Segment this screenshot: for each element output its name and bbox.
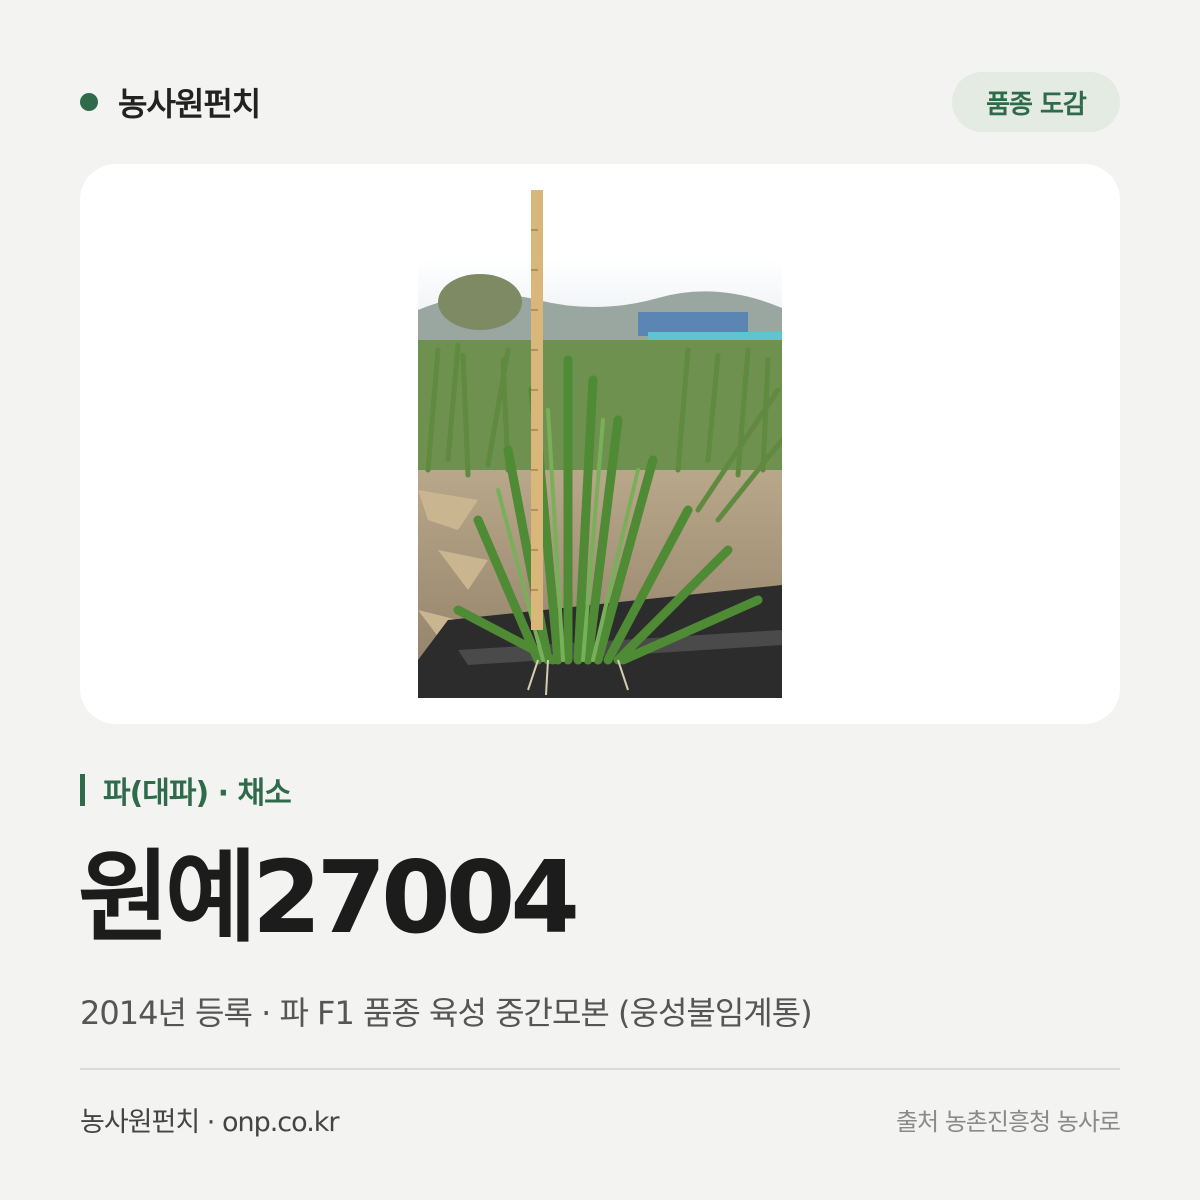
- category-accent-bar: [80, 774, 85, 806]
- brand-dot-icon: [80, 93, 98, 111]
- footer-divider: [80, 1068, 1120, 1070]
- variety-description: 2014년 등록 · 파 F1 품종 육성 중간모본 (웅성불임계통): [80, 994, 813, 1032]
- footer-source: 출처 농촌진흥청 농사로: [895, 1108, 1121, 1136]
- variety-photo: [418, 190, 782, 698]
- crop-category: 파(대파) · 채소: [80, 770, 292, 811]
- category-label: 파(대파) · 채소: [103, 776, 292, 811]
- catalog-badge: 품종 도감: [952, 72, 1120, 132]
- brand: 농사원펀치: [80, 78, 261, 126]
- footer-site: 농사원펀치 · onp.co.kr: [80, 1107, 340, 1138]
- photo-card: [80, 164, 1120, 724]
- brand-name: 농사원펀치: [118, 85, 261, 123]
- variety-name: 원예27004: [78, 839, 580, 956]
